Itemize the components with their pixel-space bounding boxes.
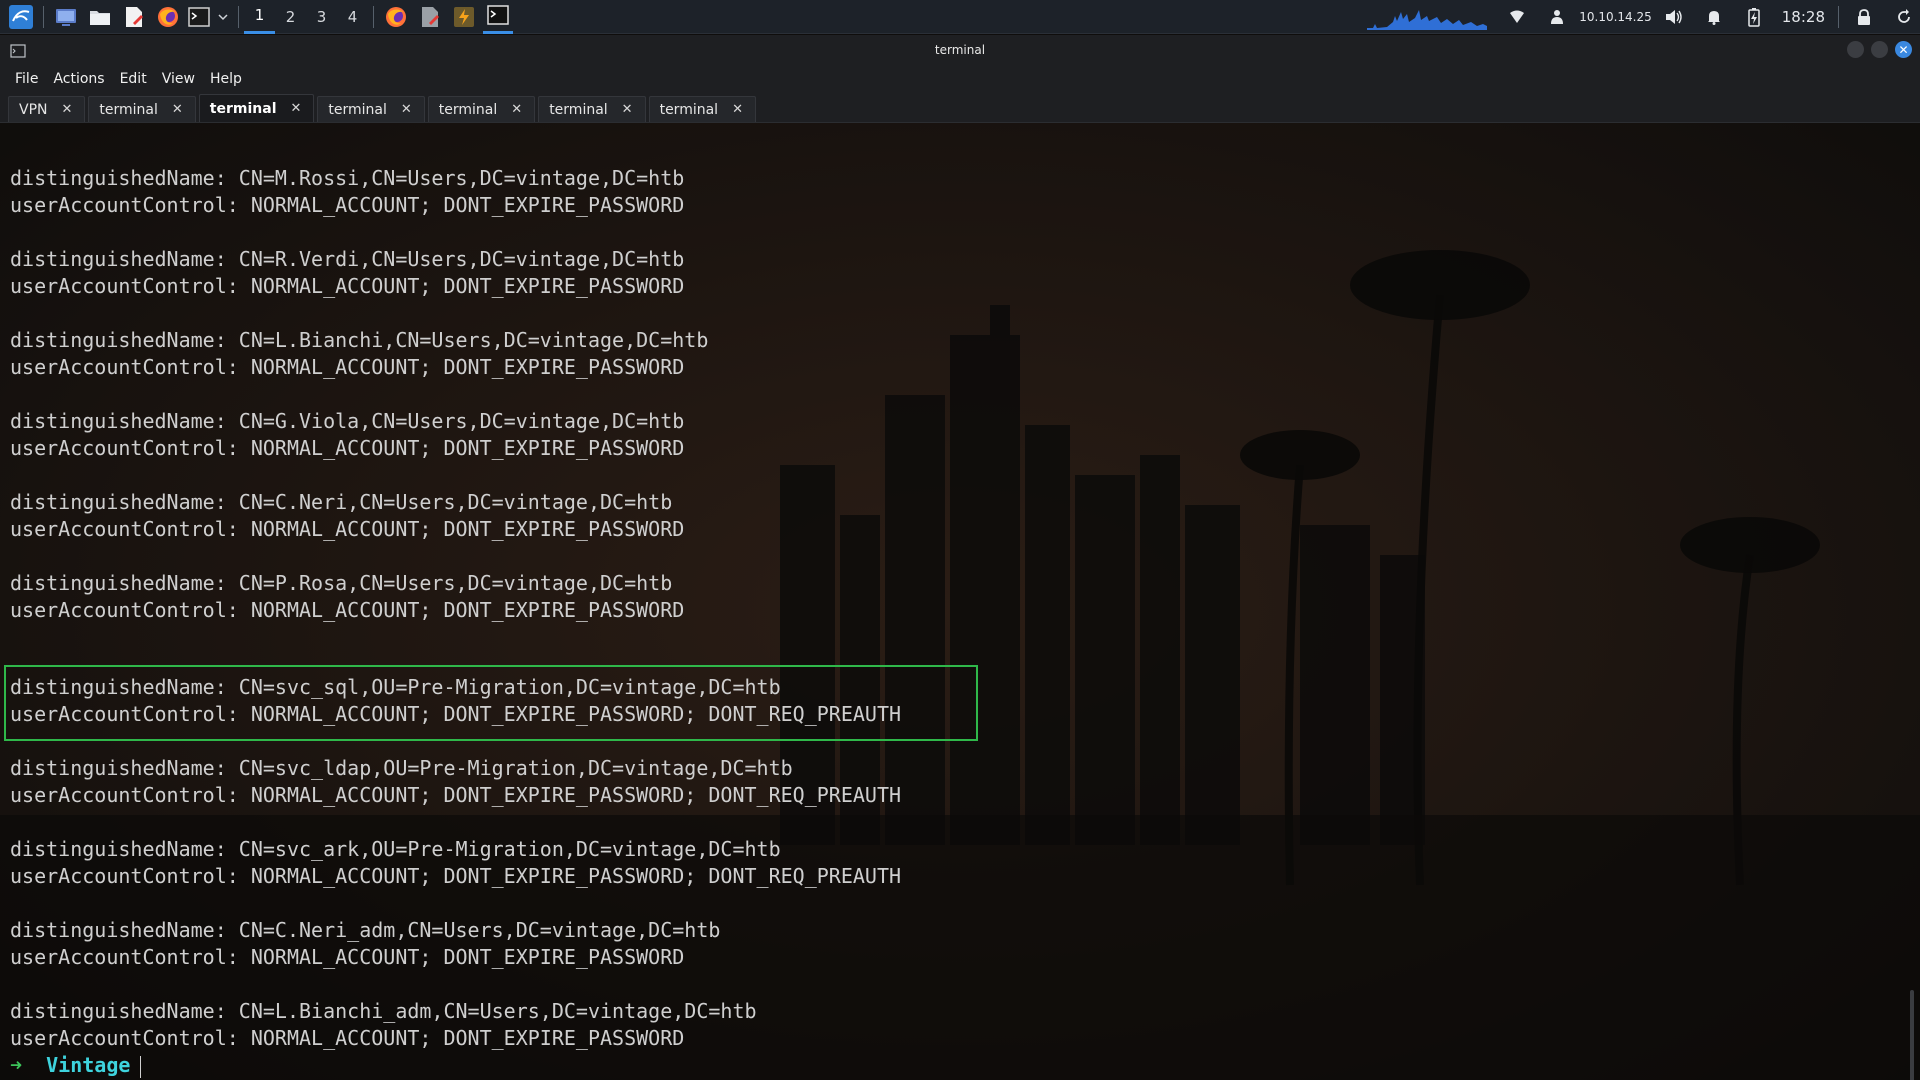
system-tray: 10.10.14.25 18:28 bbox=[1367, 0, 1920, 34]
tab-label: terminal bbox=[99, 101, 158, 118]
text-cursor bbox=[140, 1055, 142, 1078]
prompt-arrow-icon: ➜ bbox=[10, 1053, 23, 1077]
panel-launchers: 1 2 3 4 bbox=[0, 0, 515, 34]
tab-terminal-6[interactable]: terminal ✕ bbox=[648, 96, 756, 122]
tab-label: terminal bbox=[209, 100, 277, 117]
panel-separator bbox=[1838, 6, 1839, 28]
close-button[interactable]: ✕ bbox=[1895, 41, 1912, 58]
tab-close-icon[interactable]: ✕ bbox=[511, 102, 522, 117]
output-line-uac: userAccountControl: NORMAL_ACCOUNT; DONT… bbox=[10, 274, 685, 298]
minimize-button[interactable] bbox=[1847, 41, 1864, 58]
tab-vpn[interactable]: VPN ✕ bbox=[8, 96, 86, 122]
maximize-button[interactable] bbox=[1871, 41, 1888, 58]
wifi-icon[interactable] bbox=[1505, 5, 1529, 29]
window-controls: ✕ bbox=[1847, 41, 1912, 58]
shell-prompt[interactable]: ➜ Vintage bbox=[10, 1052, 142, 1079]
output-line-uac: userAccountControl: NORMAL_ACCOUNT; DONT… bbox=[10, 355, 685, 379]
output-line-dn: distinguishedName: CN=svc_ark,OU=Pre-Mig… bbox=[10, 837, 781, 861]
tab-label: terminal bbox=[328, 101, 387, 118]
refresh-icon[interactable] bbox=[1892, 5, 1916, 29]
tab-label: terminal bbox=[659, 101, 719, 118]
output-line-uac: userAccountControl: NORMAL_ACCOUNT; DONT… bbox=[10, 783, 902, 807]
chevron-down-icon[interactable] bbox=[215, 2, 231, 32]
menu-bar: File Actions Edit View Help bbox=[0, 65, 1920, 92]
terminal-icon[interactable] bbox=[187, 2, 211, 32]
burp-task-icon[interactable] bbox=[449, 2, 479, 32]
tab-close-icon[interactable]: ✕ bbox=[291, 101, 302, 116]
tab-close-icon[interactable]: ✕ bbox=[401, 102, 412, 117]
output-line-dn: distinguishedName: CN=L.Bianchi,CN=Users… bbox=[10, 328, 709, 352]
tab-close-icon[interactable]: ✕ bbox=[62, 102, 73, 117]
ip-address: 10.10.14.25 bbox=[1579, 10, 1652, 24]
title-bar: terminal ✕ bbox=[0, 35, 1920, 65]
tab-terminal-1[interactable]: terminal ✕ bbox=[88, 96, 196, 122]
output-line-uac: userAccountControl: NORMAL_ACCOUNT; DONT… bbox=[10, 436, 685, 460]
tab-bar: VPN ✕ terminal ✕ terminal ✕ terminal ✕ t… bbox=[0, 92, 1920, 123]
workspace-4[interactable]: 4 bbox=[337, 0, 368, 34]
terminal-window: terminal ✕ File Actions Edit View Help V… bbox=[0, 35, 1920, 1080]
tab-close-icon[interactable]: ✕ bbox=[172, 102, 183, 117]
editor-task-icon[interactable] bbox=[415, 2, 445, 32]
tab-label: terminal bbox=[438, 101, 498, 118]
tab-label: VPN bbox=[19, 101, 48, 118]
tab-label: terminal bbox=[549, 101, 608, 118]
tab-terminal-2[interactable]: terminal ✕ bbox=[198, 94, 315, 122]
tab-terminal-4[interactable]: terminal ✕ bbox=[427, 96, 536, 122]
file-manager-icon[interactable] bbox=[85, 2, 115, 32]
terminal-output[interactable]: distinguishedName: CN=M.Rossi,CN=Users,D… bbox=[0, 157, 1900, 1079]
panel-separator bbox=[238, 5, 239, 28]
scrollbar[interactable] bbox=[1910, 990, 1914, 1080]
menu-help[interactable]: Help bbox=[203, 71, 250, 87]
menu-actions[interactable]: Actions bbox=[46, 71, 112, 87]
desktop-icon[interactable] bbox=[51, 2, 81, 32]
bell-icon[interactable] bbox=[1702, 5, 1726, 29]
output-line-uac-highlighted: userAccountControl: NORMAL_ACCOUNT; DONT… bbox=[10, 702, 902, 726]
menu-view[interactable]: View bbox=[155, 71, 203, 87]
lock-icon[interactable] bbox=[1852, 5, 1876, 29]
panel-separator bbox=[373, 5, 374, 28]
output-line-uac: userAccountControl: NORMAL_ACCOUNT; DONT… bbox=[10, 517, 685, 541]
tab-terminal-3[interactable]: terminal ✕ bbox=[317, 96, 425, 122]
output-line-uac: userAccountControl: NORMAL_ACCOUNT; DONT… bbox=[10, 193, 685, 217]
firefox-task-icon[interactable] bbox=[381, 2, 411, 32]
text-editor-icon[interactable] bbox=[119, 2, 149, 32]
tab-close-icon[interactable]: ✕ bbox=[622, 102, 633, 117]
output-line-dn-highlighted: distinguishedName: CN=svc_sql,OU=Pre-Mig… bbox=[10, 675, 781, 699]
tab-terminal-5[interactable]: terminal ✕ bbox=[538, 96, 646, 122]
output-line-uac: userAccountControl: NORMAL_ACCOUNT; DONT… bbox=[10, 945, 685, 969]
menu-file[interactable]: File bbox=[8, 71, 46, 87]
firefox-icon[interactable] bbox=[153, 2, 183, 32]
output-line-dn: distinguishedName: CN=L.Bianchi_adm,CN=U… bbox=[10, 999, 757, 1023]
window-title: terminal bbox=[934, 43, 986, 57]
prompt-directory: Vintage bbox=[46, 1053, 131, 1077]
output-line-dn: distinguishedName: CN=P.Rosa,CN=Users,DC… bbox=[10, 571, 673, 595]
output-line-dn: distinguishedName: CN=R.Verdi,CN=Users,D… bbox=[10, 247, 685, 271]
kali-menu-icon[interactable] bbox=[6, 2, 36, 32]
workspace-3[interactable]: 3 bbox=[306, 0, 337, 34]
clock[interactable]: 18:28 bbox=[1782, 8, 1825, 26]
output-line-dn: distinguishedName: CN=C.Neri_adm,CN=User… bbox=[10, 918, 721, 942]
output-line-dn: distinguishedName: CN=C.Neri,CN=Users,DC… bbox=[10, 490, 673, 514]
workspace-2[interactable]: 2 bbox=[275, 0, 306, 34]
window-menu-icon[interactable] bbox=[10, 43, 26, 62]
battery-icon[interactable] bbox=[1742, 5, 1766, 29]
volume-icon[interactable] bbox=[1662, 5, 1686, 29]
terminal-task-icon[interactable] bbox=[483, 0, 513, 34]
top-panel: 1 2 3 4 10.10.14.25 18:28 bbox=[0, 0, 1920, 34]
output-line-uac: userAccountControl: NORMAL_ACCOUNT; DONT… bbox=[10, 598, 685, 622]
output-line-uac: userAccountControl: NORMAL_ACCOUNT; DONT… bbox=[10, 864, 902, 888]
output-line-dn: distinguishedName: CN=svc_ldap,OU=Pre-Mi… bbox=[10, 756, 793, 780]
output-line-dn: distinguishedName: CN=G.Viola,CN=Users,D… bbox=[10, 409, 685, 433]
output-line-dn: distinguishedName: CN=M.Rossi,CN=Users,D… bbox=[10, 166, 685, 190]
close-icon: ✕ bbox=[1898, 42, 1909, 57]
menu-edit[interactable]: Edit bbox=[113, 71, 155, 87]
output-line-uac: userAccountControl: NORMAL_ACCOUNT; DONT… bbox=[10, 1026, 685, 1050]
tab-close-icon[interactable]: ✕ bbox=[732, 102, 743, 117]
panel-separator bbox=[43, 5, 44, 28]
workspace-1[interactable]: 1 bbox=[244, 0, 275, 34]
vpn-icon[interactable] bbox=[1545, 5, 1569, 29]
network-graph bbox=[1367, 10, 1488, 30]
